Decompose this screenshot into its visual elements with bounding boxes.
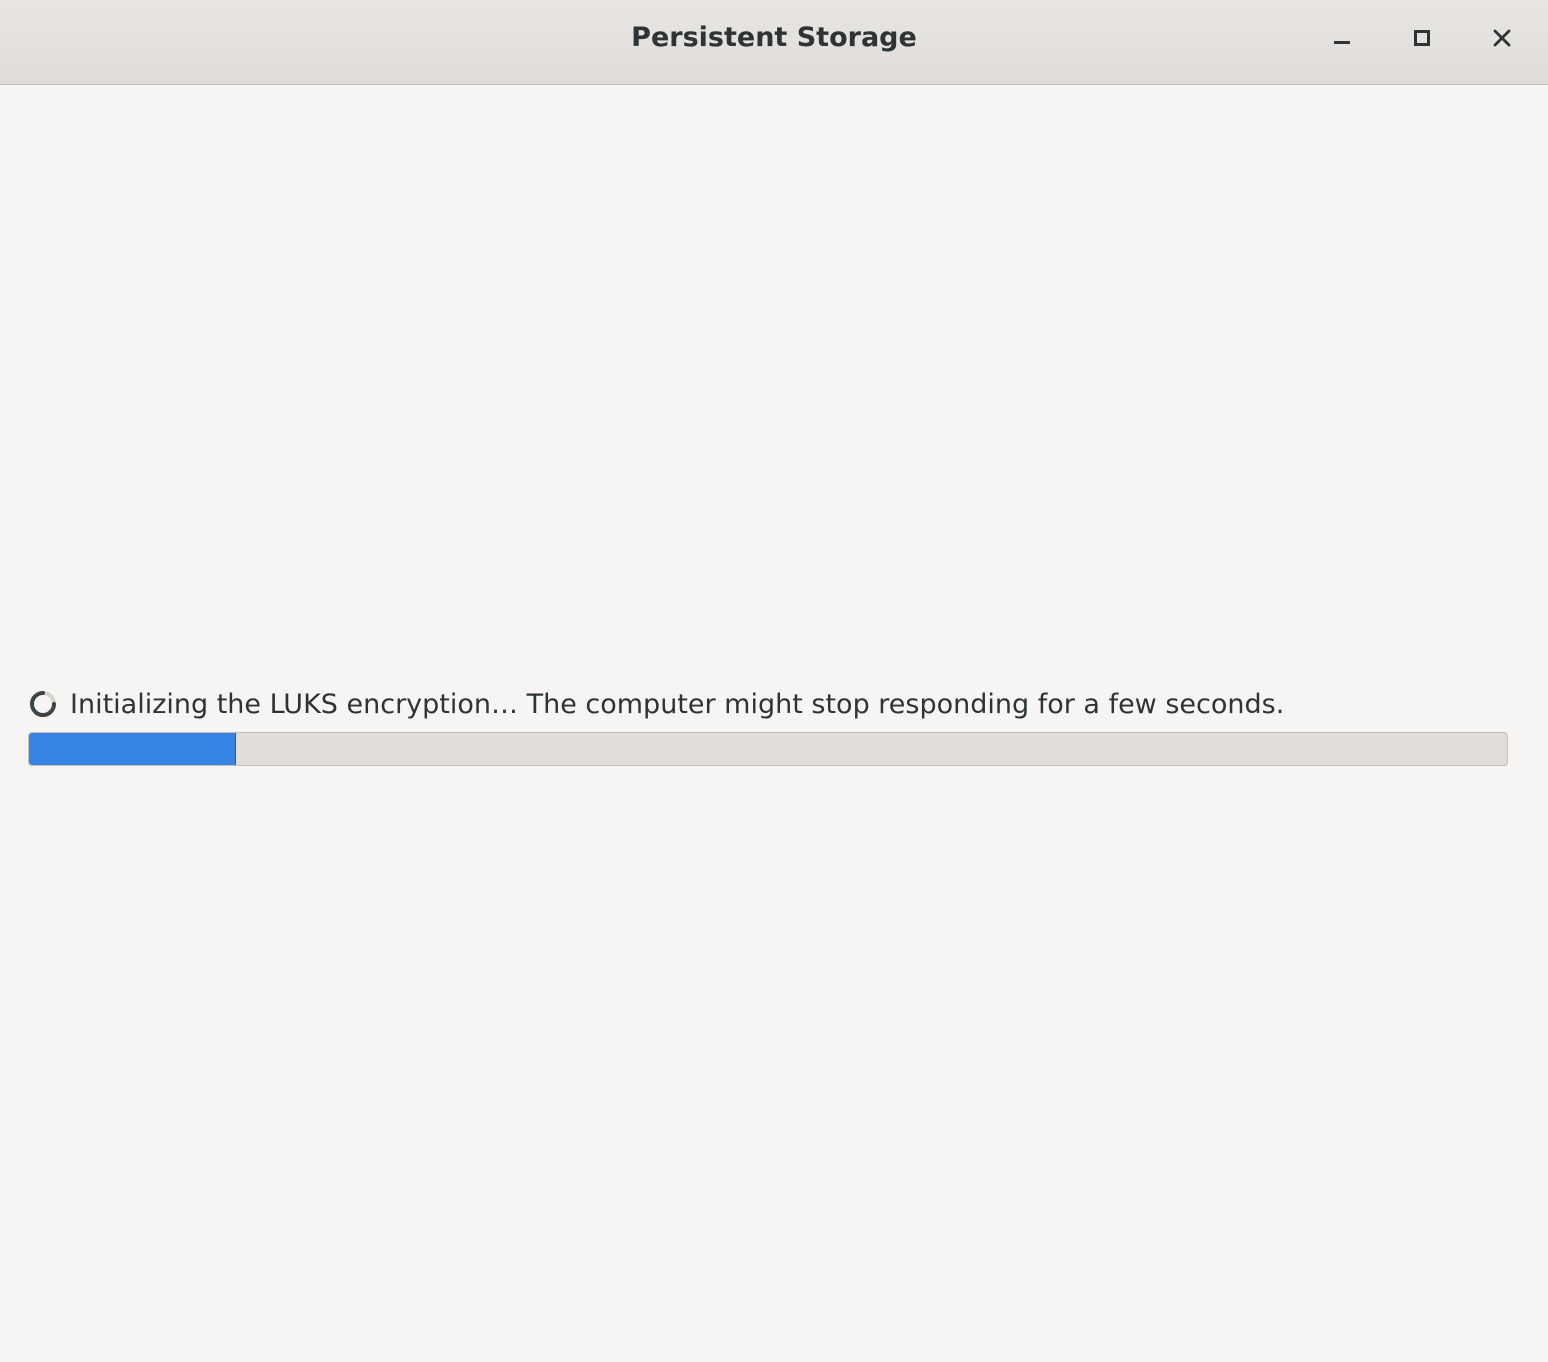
persistent-storage-window: Persistent Storage Initializing the LUKS… <box>0 0 1548 1362</box>
window-title: Persistent Storage <box>631 22 917 53</box>
status-message: Initializing the LUKS encryption… The co… <box>70 688 1285 720</box>
status-row: Initializing the LUKS encryption… The co… <box>28 684 1284 724</box>
maximize-button[interactable] <box>1402 18 1442 58</box>
spinner-icon <box>28 689 58 719</box>
progress-bar <box>28 732 1508 766</box>
main-content: Initializing the LUKS encryption… The co… <box>0 86 1548 1362</box>
minimize-button[interactable] <box>1322 18 1362 58</box>
minimize-icon <box>1334 41 1350 44</box>
close-button[interactable] <box>1482 18 1522 58</box>
close-icon <box>1493 29 1511 47</box>
maximize-icon <box>1414 30 1430 46</box>
titlebar[interactable]: Persistent Storage <box>0 0 1548 85</box>
progress-bar-fill <box>29 733 236 765</box>
